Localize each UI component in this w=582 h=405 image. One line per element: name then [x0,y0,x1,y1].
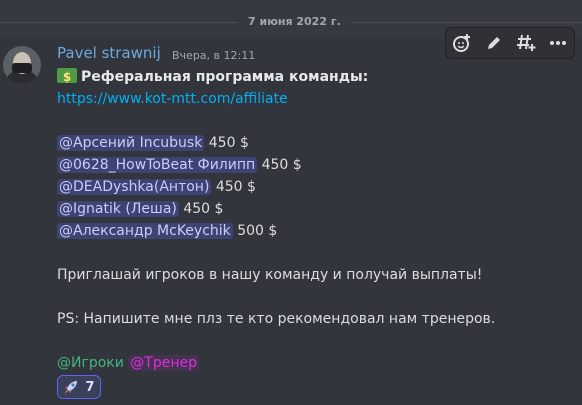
avatar[interactable] [3,46,41,84]
payout-amount: 450 $ [183,201,224,217]
message-title-line: Реферальная программа команды: [57,66,368,88]
user-mention[interactable]: @Ignatik (Леша) [57,201,179,217]
role-mentions: @Игроки @Тренер [57,352,200,374]
message-timestamp: Вчера, в 12:11 [172,49,256,62]
payout-amount: 450 $ [208,135,249,151]
user-mention[interactable]: @DEADyshka(Антон) [57,179,212,195]
edit-icon[interactable] [482,31,506,55]
payout-amount: 450 $ [215,179,256,195]
date-label: 7 июня 2022 г. [238,15,351,28]
mention-line: @Ignatik (Леша) 450 $ [57,198,223,220]
mention-line: @Арсений Incubusk 450 $ [57,132,249,154]
message-title: Реферальная программа команды: [81,69,369,85]
reaction-rocket[interactable]: 7 [57,375,101,399]
rocket-icon [64,381,78,394]
money-emoji-icon [57,66,77,88]
create-thread-icon[interactable] [514,31,538,55]
reaction-count: 7 [85,379,95,395]
affiliate-link[interactable]: https://www.kot-mtt.com/affiliate [57,91,288,107]
role-mention-coach[interactable]: @Тренер [128,355,200,371]
mention-line: @Александр McKeychik 500 $ [57,220,277,242]
payout-amount: 450 $ [261,157,302,173]
role-mention-players[interactable]: @Игроки [57,355,124,371]
mention-line: @DEADyshka(Антон) 450 $ [57,176,256,198]
ps-text: PS: Напишите мне плз те кто рекомендовал… [57,311,496,327]
affiliate-link-line: https://www.kot-mtt.com/affiliate [57,88,288,110]
user-mention[interactable]: @Арсений Incubusk [57,135,205,151]
message-toolbar [445,27,575,59]
message-author[interactable]: Pavel strawnij [57,44,161,62]
more-icon[interactable] [546,31,570,55]
payout-amount: 500 $ [237,223,278,239]
invite-text: Приглашай игроков в нашу команду и получ… [57,267,483,283]
add-reaction-icon[interactable] [450,31,474,55]
mention-line: @0628_HowToBeat Филипп 450 $ [57,154,302,176]
user-mention[interactable]: @0628_HowToBeat Филипп [57,157,258,173]
user-mention[interactable]: @Александр McKeychik [57,223,233,239]
